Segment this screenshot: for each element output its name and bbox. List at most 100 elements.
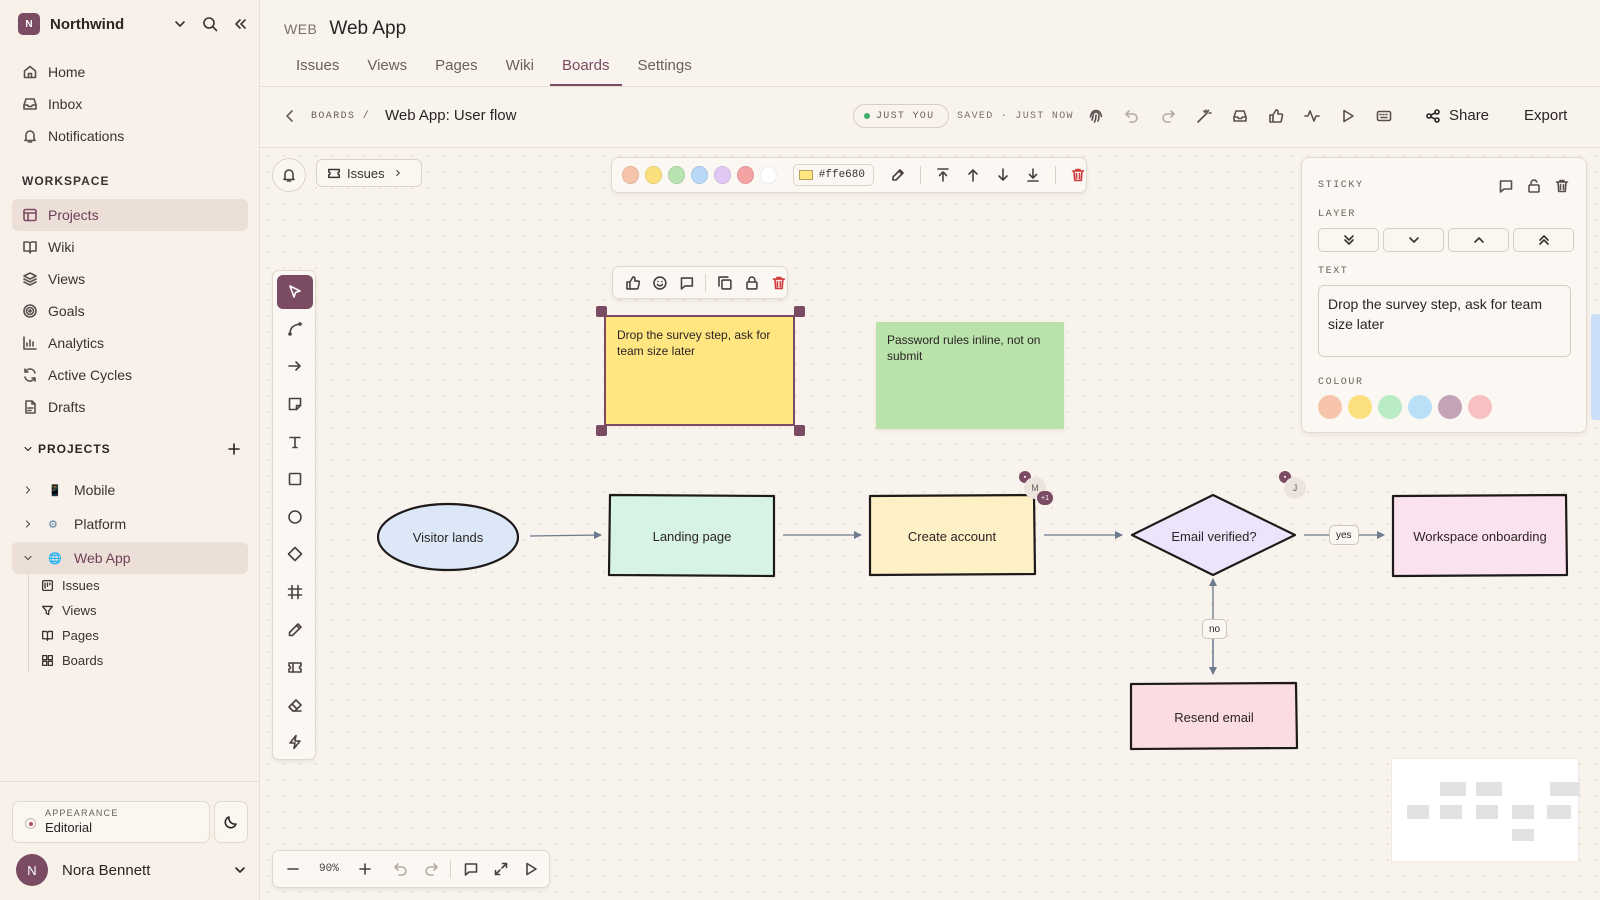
issue-card-tool[interactable] (277, 650, 313, 684)
send-backward-button[interactable] (1383, 228, 1444, 252)
colour-mauve[interactable] (1438, 395, 1462, 419)
comment-icon[interactable] (1498, 178, 1514, 194)
activity-icon[interactable] (1304, 108, 1320, 124)
appearance-selector[interactable]: APPEARANCE Editorial (12, 801, 210, 843)
project-web-app[interactable]: 🌐 Web App (12, 542, 248, 574)
notifications-button[interactable] (272, 158, 306, 192)
swatch-green[interactable] (667, 166, 685, 184)
nav-home[interactable]: Home (12, 56, 248, 88)
text-tool[interactable] (277, 425, 313, 459)
resize-handle-top-right[interactable] (794, 306, 805, 317)
trash-icon[interactable] (1070, 167, 1086, 183)
sub-item-views[interactable]: Views (41, 598, 103, 623)
send-to-back-icon[interactable] (1025, 167, 1041, 183)
bring-forward-button[interactable] (1448, 228, 1509, 252)
bring-forward-icon[interactable] (965, 167, 981, 183)
sticky-tool[interactable] (277, 387, 313, 421)
frame-tool[interactable] (277, 575, 313, 609)
colour-mint[interactable] (1378, 395, 1402, 419)
thumbs-up-icon[interactable] (625, 275, 641, 291)
colour-peach[interactable] (1318, 395, 1342, 419)
swatch-blue[interactable] (690, 166, 708, 184)
eyedropper-icon[interactable] (890, 167, 906, 183)
eraser-tool[interactable] (277, 688, 313, 722)
colour-rose[interactable] (1468, 395, 1492, 419)
sub-item-issues[interactable]: Issues (41, 573, 103, 598)
user-menu[interactable]: N Nora Bennett (16, 854, 248, 886)
pen-tool[interactable] (277, 613, 313, 647)
tab-pages[interactable]: Pages (423, 50, 490, 86)
issues-panel-toggle[interactable]: Issues (316, 159, 422, 187)
play-icon[interactable] (523, 861, 539, 877)
nav-projects[interactable]: Projects (12, 199, 248, 231)
emoji-icon[interactable] (652, 275, 668, 291)
tab-views[interactable]: Views (355, 50, 419, 86)
select-tool[interactable] (277, 275, 313, 309)
nav-drafts[interactable]: Drafts (12, 391, 248, 423)
sub-item-pages[interactable]: Pages (41, 623, 103, 648)
comment-icon[interactable] (679, 275, 695, 291)
tab-wiki[interactable]: Wiki (494, 50, 546, 86)
tab-issues[interactable]: Issues (284, 50, 351, 86)
redo-icon[interactable] (1160, 108, 1176, 124)
comment-icon[interactable] (463, 861, 479, 877)
zoom-level[interactable]: 90% (319, 863, 339, 875)
hex-color-input[interactable]: #ffe680 (792, 164, 874, 186)
bring-to-front-button[interactable] (1513, 228, 1574, 252)
search-icon[interactable] (202, 16, 218, 32)
board-canvas[interactable]: Visitor lands Landing page Create accoun… (260, 148, 1600, 900)
sticky-note[interactable]: Password rules inline, not on submit (876, 322, 1064, 429)
swatch-white[interactable] (759, 166, 777, 184)
magic-wand-icon[interactable] (1196, 108, 1212, 124)
ellipse-tool[interactable] (277, 500, 313, 534)
nav-views[interactable]: Views (12, 263, 248, 295)
export-button[interactable]: Export (1524, 107, 1567, 124)
inbox-icon[interactable] (1232, 108, 1248, 124)
keyboard-icon[interactable] (1376, 108, 1392, 124)
chevron-down-icon[interactable] (172, 16, 188, 32)
undo-icon[interactable] (1124, 108, 1140, 124)
rectangle-tool[interactable] (277, 462, 313, 496)
curve-tool[interactable] (277, 312, 313, 346)
zoom-out-icon[interactable] (285, 861, 301, 877)
collapse-sidebar-icon[interactable] (232, 16, 248, 32)
project-platform[interactable]: ⚙ Platform (12, 508, 248, 540)
sub-item-boards[interactable]: Boards (41, 648, 103, 673)
lock-icon[interactable] (744, 275, 760, 291)
dark-mode-toggle[interactable] (214, 801, 248, 843)
add-project-icon[interactable] (226, 441, 242, 457)
edge-visitor-landing[interactable] (529, 531, 602, 540)
undo-icon[interactable] (393, 861, 409, 877)
fullscreen-icon[interactable] (493, 861, 509, 877)
swatch-yellow[interactable] (644, 166, 662, 184)
send-to-back-button[interactable] (1318, 228, 1379, 252)
back-arrow-icon[interactable] (282, 108, 298, 124)
swatch-peach[interactable] (622, 166, 639, 184)
trash-icon[interactable] (1554, 178, 1570, 194)
nav-wiki[interactable]: Wiki (12, 231, 248, 263)
thumbs-up-icon[interactable] (1268, 108, 1284, 124)
resize-handle-bottom-left[interactable] (596, 425, 607, 436)
share-button[interactable]: Share (1425, 107, 1489, 124)
redo-icon[interactable] (423, 861, 439, 877)
nav-inbox[interactable]: Inbox (12, 88, 248, 120)
project-mobile[interactable]: 📱 Mobile (12, 474, 248, 506)
duplicate-icon[interactable] (717, 275, 733, 291)
tab-settings[interactable]: Settings (626, 50, 704, 86)
send-backward-icon[interactable] (995, 167, 1011, 183)
nav-active-cycles[interactable]: Active Cycles (12, 359, 248, 391)
nav-analytics[interactable]: Analytics (12, 327, 248, 359)
sticky-text-field[interactable]: Drop the survey step, ask for team size … (1318, 285, 1571, 357)
swatch-lavender[interactable] (713, 166, 731, 184)
zoom-in-icon[interactable] (357, 861, 373, 877)
minimap[interactable] (1391, 758, 1580, 862)
nav-notifications[interactable]: Notifications (12, 120, 248, 152)
automation-tool[interactable] (277, 725, 313, 759)
bring-to-front-icon[interactable] (935, 167, 951, 183)
edge-label-no[interactable]: no (1202, 619, 1228, 639)
edge-label-yes[interactable]: yes (1329, 525, 1359, 545)
nav-goals[interactable]: Goals (12, 295, 248, 327)
tab-boards[interactable]: Boards (549, 50, 622, 86)
offscreen-shape[interactable] (1591, 314, 1600, 420)
unlock-icon[interactable] (1526, 178, 1542, 194)
